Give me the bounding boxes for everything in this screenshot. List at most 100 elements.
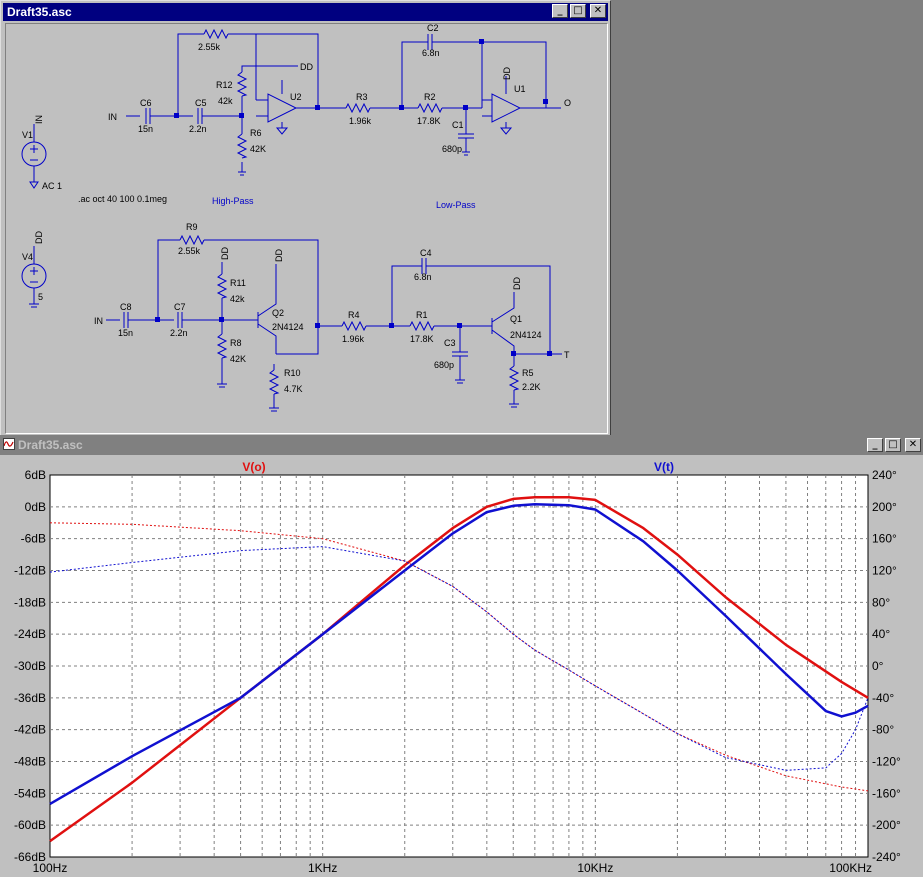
y2-tick-label: 80° xyxy=(872,595,890,609)
label-q2-value: 2N4124 xyxy=(272,322,304,332)
label-dd-q1: DD xyxy=(512,277,522,290)
y2-tick-label: -200° xyxy=(872,818,901,832)
label-r4-value: 1.96k xyxy=(342,334,365,344)
schematic-titlebar[interactable]: Draft35.asc _ □ ✕ xyxy=(3,3,608,21)
trace-label: V(t) xyxy=(654,460,674,474)
label-out-t: T xyxy=(564,350,570,360)
label-c4-name: C4 xyxy=(420,248,432,258)
y-tick-label: -12dB xyxy=(14,564,46,578)
label-high-pass: High-Pass xyxy=(212,196,254,206)
schematic-canvas[interactable]: 2.55k C6 15n C5 2.2n R12 42k R6 42K U2 D… xyxy=(5,23,608,434)
y2-tick-label: -80° xyxy=(872,723,894,737)
label-v1-name: V1 xyxy=(22,130,33,140)
label-r10-name: R10 xyxy=(284,368,301,378)
y-tick-label: -36dB xyxy=(14,691,46,705)
bode-plot: 6dB 0dB -6dB -12dB -18dB -24dB -30dB -36dB -42dB… xyxy=(14,460,901,875)
label-c8-value: 15n xyxy=(118,328,133,338)
label-c2-value: 6.8n xyxy=(422,48,440,58)
label-c3-name: C3 xyxy=(444,338,456,348)
label-v4-dd: DD xyxy=(34,231,44,244)
y-tick-label: -48dB xyxy=(14,755,46,769)
label-r12-name: R12 xyxy=(216,80,233,90)
y2-tick-label: 0° xyxy=(872,659,884,673)
label-v1-in: IN xyxy=(34,115,44,124)
label-r9-name: R9 xyxy=(186,222,198,232)
y2-tick-label: 120° xyxy=(872,564,897,578)
label-c7-value: 2.2n xyxy=(170,328,188,338)
label-r2-name: R2 xyxy=(424,92,436,102)
x-tick-label: 100KHz xyxy=(829,861,872,875)
schematic-title: Draft35.asc xyxy=(7,5,72,19)
plot-titlebar[interactable]: Draft35.asc _ □ ✕ xyxy=(0,435,923,455)
plot-pane[interactable]: 6dB 0dB -6dB -12dB -18dB -24dB -30dB -36dB -42dB… xyxy=(2,456,921,875)
label-v1-value: AC 1 xyxy=(42,181,62,191)
label-r9-value: 2.55k xyxy=(178,246,201,256)
label-dd-q2: DD xyxy=(274,249,284,262)
y2-tick-label: -240° xyxy=(872,850,901,864)
label-c7-name: C7 xyxy=(174,302,186,312)
y-tick-label: 0dB xyxy=(25,500,46,514)
plot-minimize-button[interactable]: _ xyxy=(867,438,883,452)
x-tick-label: 10KHz xyxy=(577,861,613,875)
label-out-o: O xyxy=(564,98,571,108)
schematic-drawing: 2.55k C6 15n C5 2.2n R12 42k R6 42K U2 D… xyxy=(21,24,571,412)
label-r3-value: 1.96k xyxy=(349,116,372,126)
y-tick-label: -60dB xyxy=(14,818,46,832)
plot-maximize-button[interactable]: □ xyxy=(885,438,901,452)
label-c5-name: C5 xyxy=(195,98,207,108)
y2-tick-label: 240° xyxy=(872,468,897,482)
y2-tick-label: -120° xyxy=(872,755,901,769)
label-r8-name: R8 xyxy=(230,338,242,348)
label-dd-r11: DD xyxy=(220,247,230,260)
label-c8-name: C8 xyxy=(120,302,132,312)
trace-label: V(o) xyxy=(242,460,265,474)
label-v4-value: 5 xyxy=(38,292,43,302)
minimize-button[interactable]: _ xyxy=(552,4,568,18)
schematic-window: Draft35.asc _ □ ✕ 2.55k C6 15n C5 2.2n R… xyxy=(0,0,611,437)
y2-tick-label: 160° xyxy=(872,532,897,546)
label-dd-u2: DD xyxy=(300,62,313,72)
waveform-icon xyxy=(3,438,15,450)
label-c6-name: C6 xyxy=(140,98,152,108)
y2-tick-label: 200° xyxy=(872,500,897,514)
label-r1-value: 17.8K xyxy=(410,334,434,344)
y-tick-label: -6dB xyxy=(21,532,46,546)
label-q2-name: Q2 xyxy=(272,308,284,318)
label-r1-name: R1 xyxy=(416,310,428,320)
label-u2-name: U2 xyxy=(290,92,302,102)
label-r6-name: R6 xyxy=(250,128,262,138)
plot-window: Draft35.asc _ □ ✕ 6dB 0dB -6dB -12dB -18dB -2… xyxy=(0,435,923,877)
label-c6-value: 15n xyxy=(138,124,153,134)
x-tick-label: 1KHz xyxy=(308,861,337,875)
x-tick-label: 100Hz xyxy=(33,861,68,875)
label-r11-name: R11 xyxy=(230,278,246,288)
label-r6-value: 42K xyxy=(250,144,266,154)
label-r8-value: 42K xyxy=(230,354,246,364)
label-c1-value: 680p xyxy=(442,144,462,154)
label-r3-name: R3 xyxy=(356,92,368,102)
label-r2-value: 17.8K xyxy=(417,116,441,126)
label-c5-value: 2.2n xyxy=(189,124,207,134)
label-r4-name: R4 xyxy=(348,310,360,320)
label-c2-name: C2 xyxy=(427,24,439,33)
label-dd-u1: DD xyxy=(502,67,512,80)
label-r10-value: 4.7K xyxy=(284,384,303,394)
label-in2: IN xyxy=(94,316,103,326)
label-r11-value: 42k xyxy=(230,294,245,304)
y2-tick-label: -160° xyxy=(872,786,901,800)
plot-title: Draft35.asc xyxy=(18,438,83,452)
y-tick-label: -30dB xyxy=(14,659,46,673)
label-q1-name: Q1 xyxy=(510,314,522,324)
y-tick-label: -24dB xyxy=(14,627,46,641)
y2-tick-label: 40° xyxy=(872,627,890,641)
close-button[interactable]: ✕ xyxy=(590,4,606,18)
label-u1-name: U1 xyxy=(514,84,526,94)
label-v4-name: V4 xyxy=(22,252,33,262)
label-r5-name: R5 xyxy=(522,368,534,378)
label-r-fb1-value: 2.55k xyxy=(198,42,221,52)
y2-tick-label: -40° xyxy=(872,691,894,705)
maximize-button[interactable]: □ xyxy=(570,4,586,18)
label-in1: IN xyxy=(108,112,117,122)
plot-close-button[interactable]: ✕ xyxy=(905,438,921,452)
y-tick-label: 6dB xyxy=(25,468,46,482)
